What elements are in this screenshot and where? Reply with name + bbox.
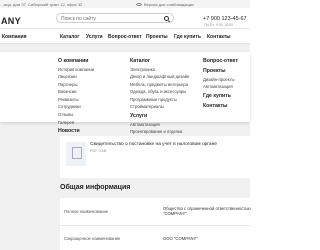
nav-item-where-to-buy[interactable]: Где купить <box>174 34 201 40</box>
menu-link[interactable]: Лицензии <box>58 73 94 81</box>
menu-link[interactable]: Стройматериалы <box>130 103 189 111</box>
nav-item-services[interactable]: Услуги <box>86 34 103 40</box>
search-input[interactable] <box>61 15 161 23</box>
menu-column-catalog: Каталог Электроника Декор и ландшафтный … <box>130 58 189 136</box>
info-value: ООО "COMPANY" <box>163 236 198 241</box>
menu-link[interactable]: Реквизиты <box>58 96 94 104</box>
menu-heading-about[interactable]: О компании <box>58 58 94 64</box>
low-vision-link[interactable]: Версия для слабовидящих <box>136 2 194 7</box>
menu-link[interactable]: Автоматизация <box>203 83 238 91</box>
search-icon[interactable] <box>164 16 169 21</box>
nav-item-projects[interactable]: Проекты <box>146 34 168 40</box>
mega-menu: О компании История компании Лицензии Пар… <box>0 52 250 134</box>
menu-heading-where-to-buy[interactable]: Где купить <box>203 93 238 99</box>
menu-link[interactable]: Галерея <box>58 119 94 127</box>
menu-link[interactable]: Автоматизация <box>130 121 189 129</box>
eye-icon <box>136 3 142 6</box>
logo[interactable]: ANY <box>1 16 21 26</box>
table-row: Сокращенное наименование ООО "COMPANY" <box>60 226 250 250</box>
document-card[interactable]: Свидетельство о постановке на учет в нал… <box>60 136 250 178</box>
document-title[interactable]: Свидетельство о постановке на учет в нал… <box>90 142 217 147</box>
menu-link[interactable]: Одежда, обувь и аксессуары <box>130 88 189 96</box>
nav-item-faq[interactable]: Вопрос-ответ <box>108 34 142 40</box>
top-bar: …ица, дом 37, Сибирский тракт 12, офис 3… <box>0 0 250 8</box>
menu-link[interactable]: Сотрудники <box>58 103 94 111</box>
menu-link[interactable]: Электроника <box>130 66 189 74</box>
menu-link[interactable]: Дизайн-проекты <box>203 76 238 84</box>
address-text: …ица, дом 37, Сибирский тракт 12, офис 3… <box>0 2 83 7</box>
menu-heading-contacts[interactable]: Контакты <box>203 103 238 109</box>
header: ANY +7 900 123-45-67 Пн-Пт: 9:00-18:00 <box>0 8 250 28</box>
menu-heading-news[interactable]: Новости <box>58 128 94 134</box>
menu-link[interactable]: Мебель, предметы интерьера <box>130 81 189 89</box>
menu-heading-services[interactable]: Услуги <box>130 113 189 119</box>
table-row: Полное наименование Общество с ограничен… <box>60 198 251 226</box>
menu-column-company: О компании История компании Лицензии Пар… <box>58 58 94 136</box>
menu-heading-projects[interactable]: Проекты <box>203 68 238 74</box>
menu-link[interactable]: Вакансии <box>58 88 94 96</box>
menu-link[interactable]: Проектирование и отделка <box>130 128 189 136</box>
info-table: Полное наименование Общество с ограничен… <box>60 198 251 250</box>
main-nav: Компания Каталог Услуги Вопрос-ответ Про… <box>0 28 250 44</box>
menu-link[interactable]: История компании <box>58 66 94 74</box>
pdf-icon <box>66 142 86 166</box>
section-title: Общая информация <box>60 184 131 191</box>
nav-item-catalog[interactable]: Каталог <box>60 34 79 40</box>
work-hours: Пн-Пт: 9:00-18:00 <box>204 23 234 27</box>
menu-link[interactable]: Программные продукты <box>130 96 189 104</box>
info-value-cont: "COMPANY" <box>163 211 187 216</box>
info-key: Полное наименование <box>64 209 109 214</box>
phone-number[interactable]: +7 900 123-45-67 <box>203 16 247 22</box>
menu-heading-faq[interactable]: Вопрос-ответ <box>203 58 238 64</box>
menu-column-misc: Вопрос-ответ Проекты Дизайн-проекты Авто… <box>203 58 238 110</box>
menu-link[interactable]: Декор и ландшафтный дизайн <box>130 73 189 81</box>
menu-heading-catalog[interactable]: Каталог <box>130 58 189 64</box>
search-box[interactable] <box>56 13 174 23</box>
menu-link[interactable]: Партнеры <box>58 81 94 89</box>
low-vision-label: Версия для слабовидящих <box>144 2 195 7</box>
document-meta: PDF 9 kB <box>90 149 107 153</box>
nav-item-contacts[interactable]: Контакты <box>207 34 231 40</box>
info-key: Сокращенное наименование <box>64 236 121 241</box>
menu-link[interactable]: Отзывы <box>58 111 94 119</box>
nav-item-company[interactable]: Компания <box>2 34 27 40</box>
